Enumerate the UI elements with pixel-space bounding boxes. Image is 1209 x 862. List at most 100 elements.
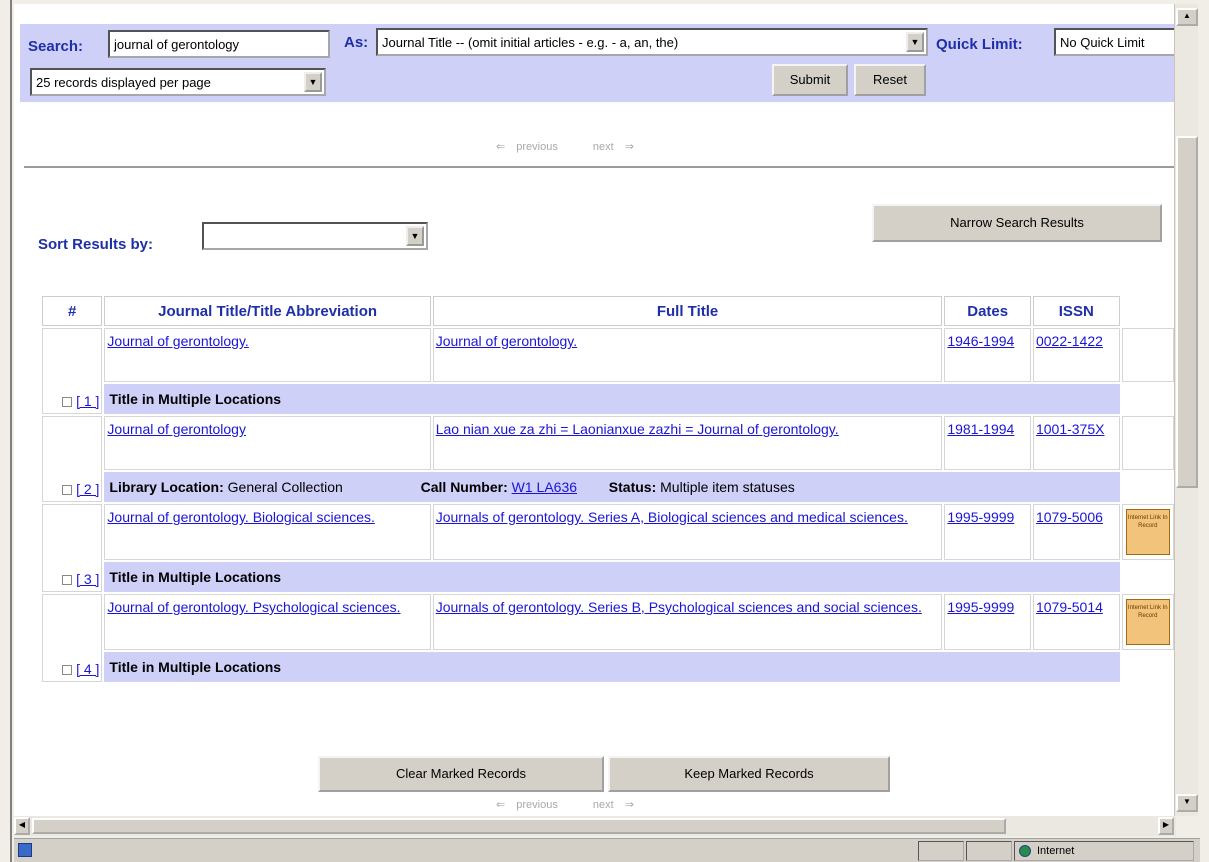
row-number-cell: [ 3 ] [42,504,103,592]
quick-limit-select[interactable]: No Quick Limit [1054,28,1176,56]
security-zone: Internet [1014,841,1194,861]
mark-checkbox[interactable] [62,397,73,408]
quick-limit-label: Quick Limit: [936,36,1023,53]
journal-title-link[interactable]: Journal of gerontology. Biological scien… [107,509,374,525]
chevron-down-icon[interactable]: ▼ [906,32,924,52]
page-icon [18,843,32,857]
search-label: Search: [28,38,84,55]
reset-button[interactable]: Reset [854,64,926,96]
journal-title-cell: Journal of gerontology. [104,328,431,382]
clear-marked-button[interactable]: Clear Marked Records [318,756,604,792]
location-row: Title in Multiple Locations [42,384,1174,414]
full-title-link[interactable]: Journal of gerontology. [436,333,577,349]
mark-checkbox[interactable] [62,485,73,496]
globe-icon [1019,845,1031,857]
keep-marked-button[interactable]: Keep Marked Records [608,756,890,792]
chevron-down-icon[interactable]: ▼ [406,226,424,246]
location-row: Title in Multiple Locations [42,562,1174,592]
library-location-label: Library Location: [109,479,224,495]
journal-title-link[interactable]: Journal of gerontology. [107,333,248,349]
col-full-title: Full Title [432,296,943,326]
journal-title-link[interactable]: Journal of gerontology [107,421,246,437]
issn-link[interactable]: 1079-5006 [1036,509,1103,525]
scroll-down-icon[interactable]: ▼ [1176,794,1198,812]
results-table: # Journal Title/Title Abbreviation Full … [40,294,1176,684]
chevron-down-icon[interactable]: ▼ [304,72,322,92]
next-label: next [592,799,614,811]
record-number-link[interactable]: [ 2 ] [76,481,99,497]
location-row: Title in Multiple Locations [42,652,1174,682]
col-number: # [42,296,103,326]
vertical-scroll-thumb[interactable] [1176,136,1198,488]
extra-cell [1121,328,1174,382]
mark-checkbox[interactable] [62,665,73,676]
issn-cell: 1079-5006 [1032,504,1120,560]
issn-link[interactable]: 1079-5014 [1036,599,1103,615]
top-pager: ⇐ previous next ⇒ [488,140,642,153]
issn-cell: 0022-1422 [1032,328,1120,382]
per-page-value: 25 records displayed per page [36,75,211,90]
dates-cell: 1946-1994 [944,328,1031,382]
record-number-link[interactable]: [ 4 ] [76,661,99,677]
full-title-cell: Journals of gerontology. Series B, Psych… [432,594,943,650]
holding-info: Library Location: General Collection Cal… [104,472,1120,502]
col-journal-title: Journal Title/Title Abbreviation [104,296,431,326]
search-type-select[interactable]: Journal Title -- (omit initial articles … [376,28,928,56]
table-row: [ 4 ] Journal of gerontology. Psychologi… [42,594,1174,682]
row-number-cell: [ 2 ] [42,416,103,502]
library-location-value: General Collection [227,479,343,495]
dates-cell: 1995-9999 [944,594,1031,650]
status-label: Status: [608,479,657,495]
as-label: As: [344,34,369,51]
call-number-link[interactable]: W1 LA636 [512,479,577,495]
dates-link[interactable]: 1995-9999 [947,509,1014,525]
table-header-row: # Journal Title/Title Abbreviation Full … [42,296,1174,326]
dates-cell: 1995-9999 [944,504,1031,560]
full-title-cell: Journals of gerontology. Series A, Biolo… [432,504,943,560]
next-label: next [592,141,614,153]
location-row: Library Location: General Collection Cal… [42,472,1174,502]
record-number-link[interactable]: [ 3 ] [76,571,99,587]
extra-cell: Internet Link In Record [1121,504,1174,560]
location-text: Title in Multiple Locations [104,384,1120,414]
issn-link[interactable]: 0022-1422 [1036,333,1103,349]
per-page-select[interactable]: 25 records displayed per page ▼ [30,68,326,96]
status-bar: Internet [14,838,1200,862]
call-number-label: Call Number: [420,479,508,495]
full-title-link[interactable]: Lao nian xue za zhi = Laonianxue zazhi =… [436,421,839,437]
previous-label: previous [516,141,558,153]
journal-title-link[interactable]: Journal of gerontology. Psychological sc… [107,599,400,615]
mark-checkbox[interactable] [62,575,73,586]
dates-link[interactable]: 1995-9999 [947,599,1014,615]
scroll-up-icon[interactable]: ▲ [1176,8,1198,26]
location-text: Title in Multiple Locations [104,562,1120,592]
submit-button[interactable]: Submit [772,64,848,96]
internet-link-icon[interactable]: Internet Link In Record [1125,509,1170,555]
record-number-link[interactable]: [ 1 ] [76,393,99,409]
table-row: [ 2 ] Journal of gerontology Lao nian xu… [42,416,1174,502]
dates-link[interactable]: 1946-1994 [947,333,1014,349]
internet-link-icon[interactable]: Internet Link In Record [1125,599,1170,645]
table-row: [ 3 ] Journal of gerontology. Biological… [42,504,1174,592]
sort-select[interactable]: ▼ [202,222,428,250]
horizontal-scrollbar[interactable]: ◀ ▶ [14,816,1176,836]
horizontal-scroll-thumb[interactable] [32,818,1006,834]
full-title-cell: Lao nian xue za zhi = Laonianxue zazhi =… [432,416,943,470]
issn-link[interactable]: 1001-375X [1036,421,1105,437]
previous-link[interactable]: ⇐ previous [496,799,566,811]
scroll-right-icon[interactable]: ▶ [1158,817,1174,835]
extra-cell: Internet Link In Record [1121,594,1174,650]
previous-link[interactable]: ⇐ previous [496,141,566,153]
full-title-link[interactable]: Journals of gerontology. Series A, Biolo… [436,509,908,525]
narrow-search-button[interactable]: Narrow Search Results [872,204,1162,242]
next-link[interactable]: next ⇒ [585,799,634,811]
dates-link[interactable]: 1981-1994 [947,421,1014,437]
vertical-scrollbar[interactable]: ▲ ▼ [1174,4,1198,816]
full-title-link[interactable]: Journals of gerontology. Series B, Psych… [436,599,922,615]
full-title-cell: Journal of gerontology. [432,328,943,382]
search-input[interactable]: journal of gerontology [108,30,330,58]
zone-label: Internet [1037,845,1075,857]
journal-title-cell: Journal of gerontology. Psychological sc… [104,594,431,650]
next-link[interactable]: next ⇒ [585,141,634,153]
scroll-left-icon[interactable]: ◀ [14,817,30,835]
